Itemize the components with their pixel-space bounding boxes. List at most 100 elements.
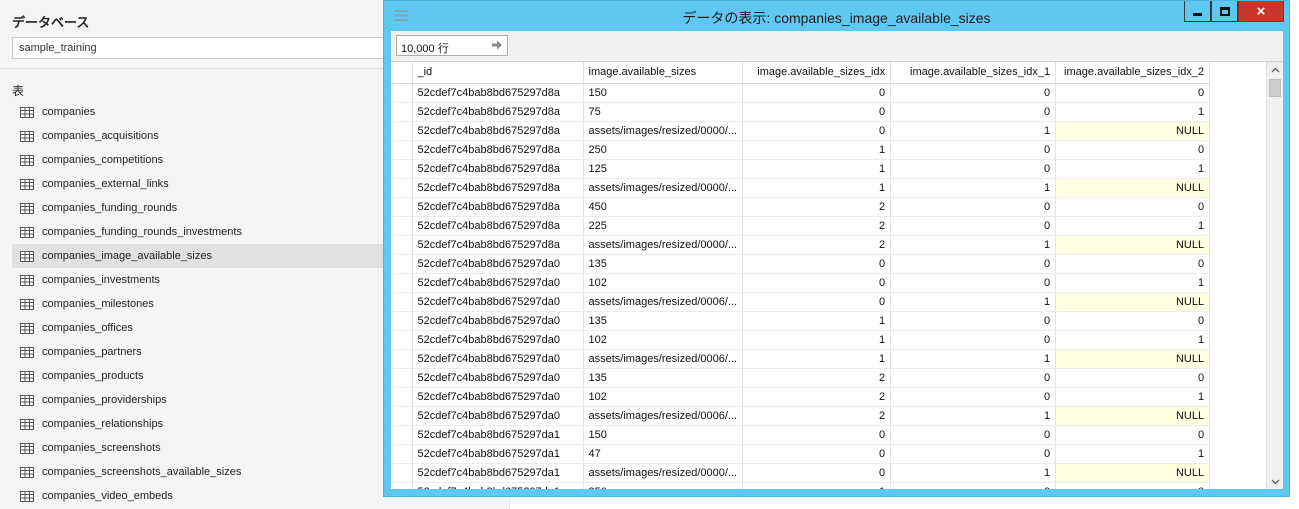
column-header-sizes-idx-1[interactable]: image.available_sizes_idx_1 xyxy=(890,62,1057,84)
table-row[interactable]: 52cdef7c4bab8bd675297d8a 250 1 0 0 xyxy=(391,140,1211,160)
table-list-item[interactable]: companies_image_available_sizes xyxy=(12,244,392,268)
table-row[interactable]: 52cdef7c4bab8bd675297da0 102 2 0 1 xyxy=(391,387,1211,407)
row-header[interactable] xyxy=(391,197,413,217)
column-header-sizes-idx[interactable]: image.available_sizes_idx xyxy=(742,62,892,84)
cell-id[interactable]: 52cdef7c4bab8bd675297d8a xyxy=(412,102,584,122)
cell-available-sizes[interactable]: 75 xyxy=(583,102,744,122)
row-header[interactable] xyxy=(391,159,413,179)
cell-id[interactable]: 52cdef7c4bab8bd675297da0 xyxy=(412,387,584,407)
row-header[interactable] xyxy=(391,444,413,464)
cell-sizes-idx-2[interactable]: NULL xyxy=(1055,463,1211,483)
cell-sizes-idx-2[interactable]: 0 xyxy=(1055,482,1211,489)
cell-sizes-idx[interactable]: 0 xyxy=(742,102,892,122)
window-titlebar[interactable]: データの表示: companies_image_available_sizes … xyxy=(384,1,1289,31)
cell-sizes-idx-2[interactable]: NULL xyxy=(1055,406,1211,426)
table-row[interactable]: 52cdef7c4bab8bd675297da0 102 0 0 1 xyxy=(391,273,1211,293)
cell-sizes-idx-2[interactable]: 0 xyxy=(1055,311,1211,331)
cell-sizes-idx[interactable]: 2 xyxy=(742,197,892,217)
cell-sizes-idx[interactable]: 2 xyxy=(742,387,892,407)
row-header[interactable] xyxy=(391,83,413,103)
table-row[interactable]: 52cdef7c4bab8bd675297da0 102 1 0 1 xyxy=(391,330,1211,350)
table-row[interactable]: 52cdef7c4bab8bd675297d8a assets/images/re… xyxy=(391,235,1211,255)
table-list-item[interactable]: companies xyxy=(12,100,392,124)
cell-sizes-idx-1[interactable]: 0 xyxy=(890,482,1057,489)
cell-id[interactable]: 52cdef7c4bab8bd675297da0 xyxy=(412,330,584,350)
cell-sizes-idx[interactable]: 0 xyxy=(742,444,892,464)
table-row[interactable]: 52cdef7c4bab8bd675297da1 150 0 0 0 xyxy=(391,425,1211,445)
cell-id[interactable]: 52cdef7c4bab8bd675297d8a xyxy=(412,83,584,103)
cell-id[interactable]: 52cdef7c4bab8bd675297d8a xyxy=(412,140,584,160)
cell-sizes-idx-2[interactable]: 1 xyxy=(1055,444,1211,464)
cell-sizes-idx-1[interactable]: 1 xyxy=(890,349,1057,369)
cell-available-sizes[interactable]: 250 xyxy=(583,482,744,489)
cell-sizes-idx-1[interactable]: 0 xyxy=(890,83,1057,103)
table-row[interactable]: 52cdef7c4bab8bd675297d8a 75 0 0 1 xyxy=(391,102,1211,122)
row-header[interactable] xyxy=(391,178,413,198)
cell-sizes-idx[interactable]: 1 xyxy=(742,178,892,198)
cell-sizes-idx[interactable]: 2 xyxy=(742,368,892,388)
cell-available-sizes[interactable]: assets/images/resized/0006/... xyxy=(583,349,744,369)
cell-sizes-idx-1[interactable]: 0 xyxy=(890,159,1057,179)
cell-sizes-idx-2[interactable]: 1 xyxy=(1055,273,1211,293)
cell-sizes-idx-1[interactable]: 1 xyxy=(890,235,1057,255)
cell-sizes-idx-1[interactable]: 0 xyxy=(890,444,1057,464)
cell-sizes-idx-2[interactable]: 0 xyxy=(1055,254,1211,274)
cell-sizes-idx-1[interactable]: 0 xyxy=(890,330,1057,350)
cell-id[interactable]: 52cdef7c4bab8bd675297da1 xyxy=(412,482,584,489)
cell-sizes-idx-1[interactable]: 1 xyxy=(890,406,1057,426)
row-header[interactable] xyxy=(391,482,413,489)
cell-sizes-idx[interactable]: 0 xyxy=(742,292,892,312)
table-row[interactable]: 52cdef7c4bab8bd675297da0 assets/images/re… xyxy=(391,292,1211,312)
cell-available-sizes[interactable]: 225 xyxy=(583,216,744,236)
cell-sizes-idx-2[interactable]: 0 xyxy=(1055,425,1211,445)
table-row[interactable]: 52cdef7c4bab8bd675297d8a 150 0 0 0 xyxy=(391,83,1211,103)
cell-sizes-idx[interactable]: 1 xyxy=(742,159,892,179)
table-row[interactable]: 52cdef7c4bab8bd675297da1 assets/images/re… xyxy=(391,463,1211,483)
cell-id[interactable]: 52cdef7c4bab8bd675297d8a xyxy=(412,235,584,255)
cell-available-sizes[interactable]: assets/images/resized/0006/... xyxy=(583,292,744,312)
maximize-button[interactable] xyxy=(1211,1,1238,22)
cell-sizes-idx-1[interactable]: 0 xyxy=(890,387,1057,407)
table-row[interactable]: 52cdef7c4bab8bd675297da0 assets/images/re… xyxy=(391,349,1211,369)
row-header[interactable] xyxy=(391,330,413,350)
row-header[interactable] xyxy=(391,121,413,141)
row-header-corner[interactable] xyxy=(391,62,413,84)
table-row[interactable]: 52cdef7c4bab8bd675297da0 assets/images/re… xyxy=(391,406,1211,426)
table-row[interactable]: 52cdef7c4bab8bd675297d8a 125 1 0 1 xyxy=(391,159,1211,179)
cell-available-sizes[interactable]: 150 xyxy=(583,83,744,103)
cell-sizes-idx[interactable]: 0 xyxy=(742,83,892,103)
table-list-item[interactable]: companies_milestones xyxy=(12,292,392,316)
cell-available-sizes[interactable]: 102 xyxy=(583,330,744,350)
cell-available-sizes[interactable]: 150 xyxy=(583,425,744,445)
table-list-item[interactable]: companies_external_links xyxy=(12,172,392,196)
table-row[interactable]: 52cdef7c4bab8bd675297da1 47 0 0 1 xyxy=(391,444,1211,464)
cell-sizes-idx-1[interactable]: 0 xyxy=(890,197,1057,217)
table-list-item[interactable]: companies_screenshots xyxy=(12,436,392,460)
cell-sizes-idx-2[interactable]: 1 xyxy=(1055,159,1211,179)
cell-id[interactable]: 52cdef7c4bab8bd675297d8a xyxy=(412,178,584,198)
cell-available-sizes[interactable]: 47 xyxy=(583,444,744,464)
cell-sizes-idx-2[interactable]: 0 xyxy=(1055,197,1211,217)
row-header[interactable] xyxy=(391,235,413,255)
cell-sizes-idx-1[interactable]: 1 xyxy=(890,121,1057,141)
table-list-item[interactable]: companies_investments xyxy=(12,268,392,292)
cell-id[interactable]: 52cdef7c4bab8bd675297da1 xyxy=(412,463,584,483)
column-header-available-sizes[interactable]: image.available_sizes xyxy=(583,62,744,84)
cell-sizes-idx-2[interactable]: 1 xyxy=(1055,387,1211,407)
column-header-id[interactable]: _id xyxy=(412,62,584,84)
cell-available-sizes[interactable]: 135 xyxy=(583,311,744,331)
table-list-item[interactable]: companies_funding_rounds_investments xyxy=(12,220,392,244)
table-list-item[interactable]: companies_offices xyxy=(12,316,392,340)
cell-available-sizes[interactable]: 102 xyxy=(583,273,744,293)
cell-sizes-idx-2[interactable]: NULL xyxy=(1055,235,1211,255)
minimize-button[interactable] xyxy=(1184,1,1211,22)
cell-sizes-idx[interactable]: 0 xyxy=(742,273,892,293)
cell-sizes-idx[interactable]: 0 xyxy=(742,121,892,141)
row-header[interactable] xyxy=(391,216,413,236)
cell-sizes-idx-2[interactable]: 0 xyxy=(1055,140,1211,160)
row-header[interactable] xyxy=(391,425,413,445)
cell-id[interactable]: 52cdef7c4bab8bd675297da0 xyxy=(412,292,584,312)
cell-id[interactable]: 52cdef7c4bab8bd675297da0 xyxy=(412,406,584,426)
cell-available-sizes[interactable]: 102 xyxy=(583,387,744,407)
cell-id[interactable]: 52cdef7c4bab8bd675297da0 xyxy=(412,273,584,293)
